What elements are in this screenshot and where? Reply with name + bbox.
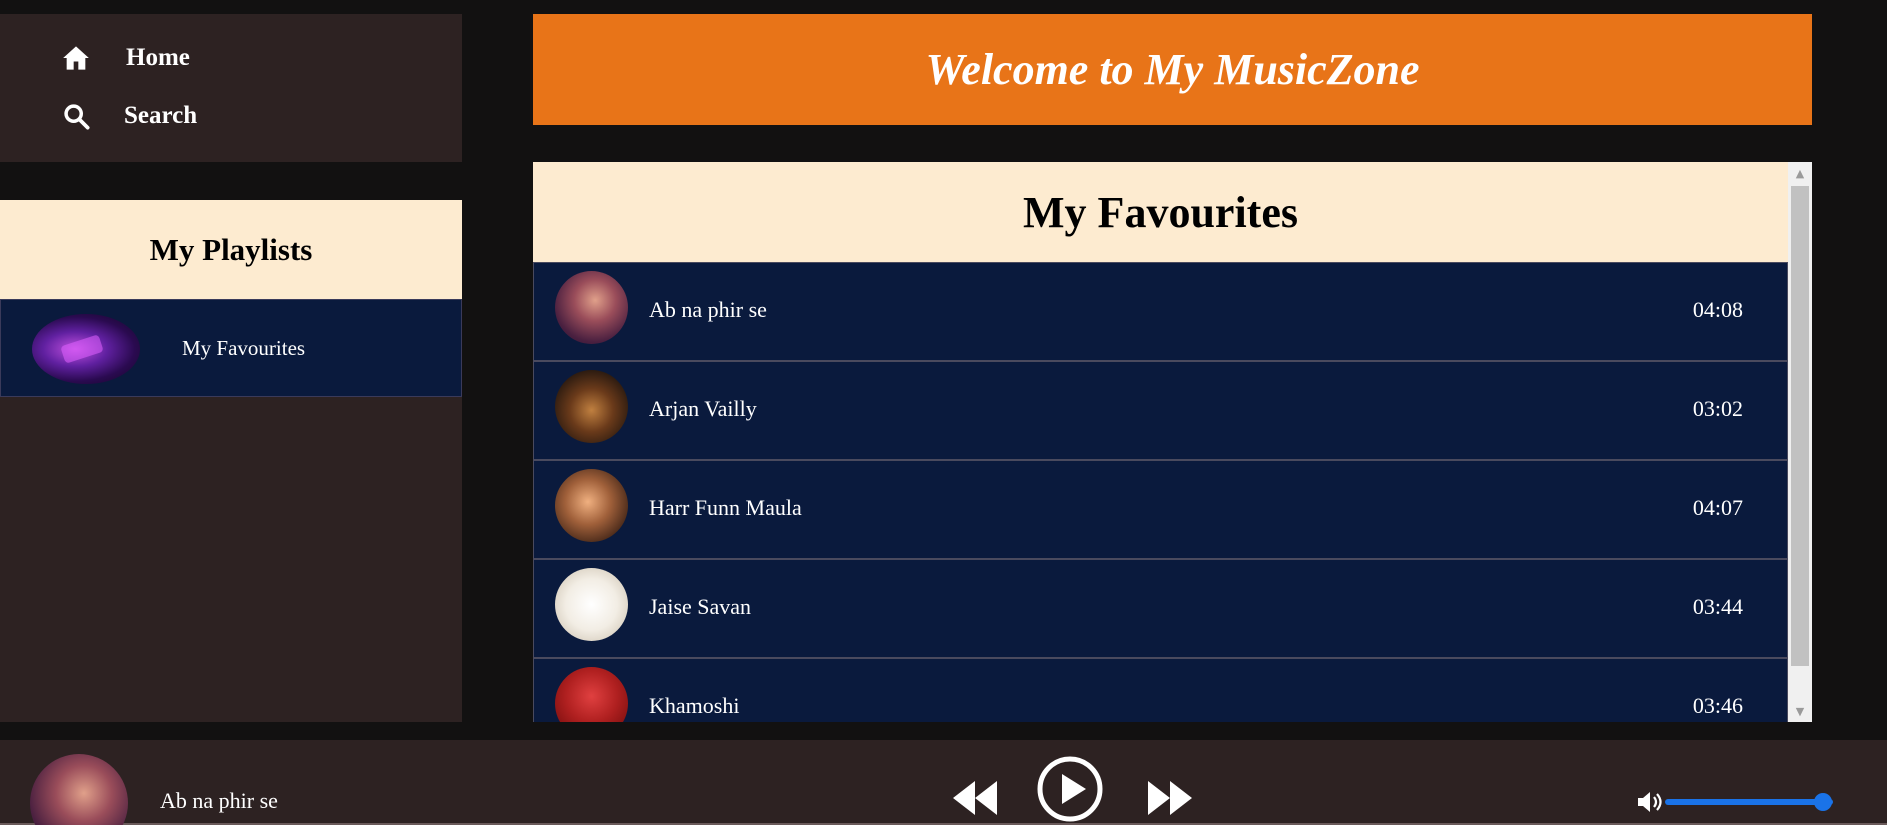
next-track-button[interactable] <box>1146 781 1194 820</box>
song-row[interactable]: Jaise Savan 03:44 <box>533 559 1788 658</box>
song-duration: 03:44 <box>1692 594 1743 619</box>
now-playing-cover <box>30 754 128 825</box>
playlist-cover-image <box>32 314 140 384</box>
favourites-scrollbar[interactable]: ▲ ▼ <box>1788 162 1812 722</box>
song-duration: 03:46 <box>1692 693 1743 718</box>
nav-panel: Home Search <box>0 14 462 162</box>
favourites-title: My Favourites <box>533 162 1788 262</box>
nav-item-home[interactable]: Home <box>62 44 190 72</box>
song-duration: 04:07 <box>1692 495 1743 520</box>
song-duration: 04:08 <box>1692 297 1743 322</box>
scroll-up-arrow-icon[interactable]: ▲ <box>1788 162 1812 184</box>
previous-track-button[interactable] <box>951 781 999 820</box>
home-icon <box>62 44 90 72</box>
welcome-banner: Welcome to My MusicZone <box>533 14 1812 125</box>
playlist-item-label: My Favourites <box>182 335 306 360</box>
nav-item-label: Home <box>126 44 190 71</box>
song-title: Arjan Vailly <box>649 396 757 421</box>
nav-item-label: Search <box>124 102 198 129</box>
playlist-panel: My Playlists My Favourites <box>0 200 462 722</box>
favourites-panel: My Favourites Ab na phir se 04:08 Arjan … <box>533 162 1812 722</box>
volume-icon[interactable] <box>1636 790 1664 819</box>
song-cover-image <box>555 271 628 344</box>
song-cover-image <box>555 370 628 443</box>
playlist-item-my-favourites[interactable]: My Favourites <box>0 299 462 397</box>
fast-forward-icon <box>1148 781 1192 815</box>
song-title: Khamoshi <box>649 693 740 718</box>
song-row[interactable]: Khamoshi 03:46 <box>533 658 1788 722</box>
play-button[interactable] <box>1037 756 1103 825</box>
song-row[interactable]: Ab na phir se 04:08 <box>533 262 1788 361</box>
playlists-title: My Playlists <box>0 200 462 299</box>
song-cover-image <box>555 667 628 722</box>
song-title: Ab na phir se <box>649 297 767 322</box>
search-icon <box>62 102 90 130</box>
player-bar: Ab na phir se <box>0 740 1887 825</box>
song-title: Jaise Savan <box>649 594 752 619</box>
song-row[interactable]: Harr Funn Maula 04:07 <box>533 460 1788 559</box>
scroll-down-arrow-icon[interactable]: ▼ <box>1788 700 1812 722</box>
favourites-list: My Favourites Ab na phir se 04:08 Arjan … <box>533 162 1788 722</box>
now-playing-title: Ab na phir se <box>160 788 278 813</box>
volume-slider[interactable] <box>1665 793 1833 811</box>
play-icon <box>1037 756 1103 822</box>
volume-track <box>1665 799 1833 805</box>
nav-item-search[interactable]: Search <box>62 102 197 130</box>
volume-knob[interactable] <box>1814 793 1832 811</box>
scrollbar-thumb[interactable] <box>1791 186 1809 666</box>
rewind-icon <box>953 781 997 815</box>
song-cover-image <box>555 469 628 542</box>
song-row[interactable]: Arjan Vailly 03:02 <box>533 361 1788 460</box>
song-duration: 03:02 <box>1692 396 1743 421</box>
song-cover-image <box>555 568 628 641</box>
song-title: Harr Funn Maula <box>649 495 802 520</box>
